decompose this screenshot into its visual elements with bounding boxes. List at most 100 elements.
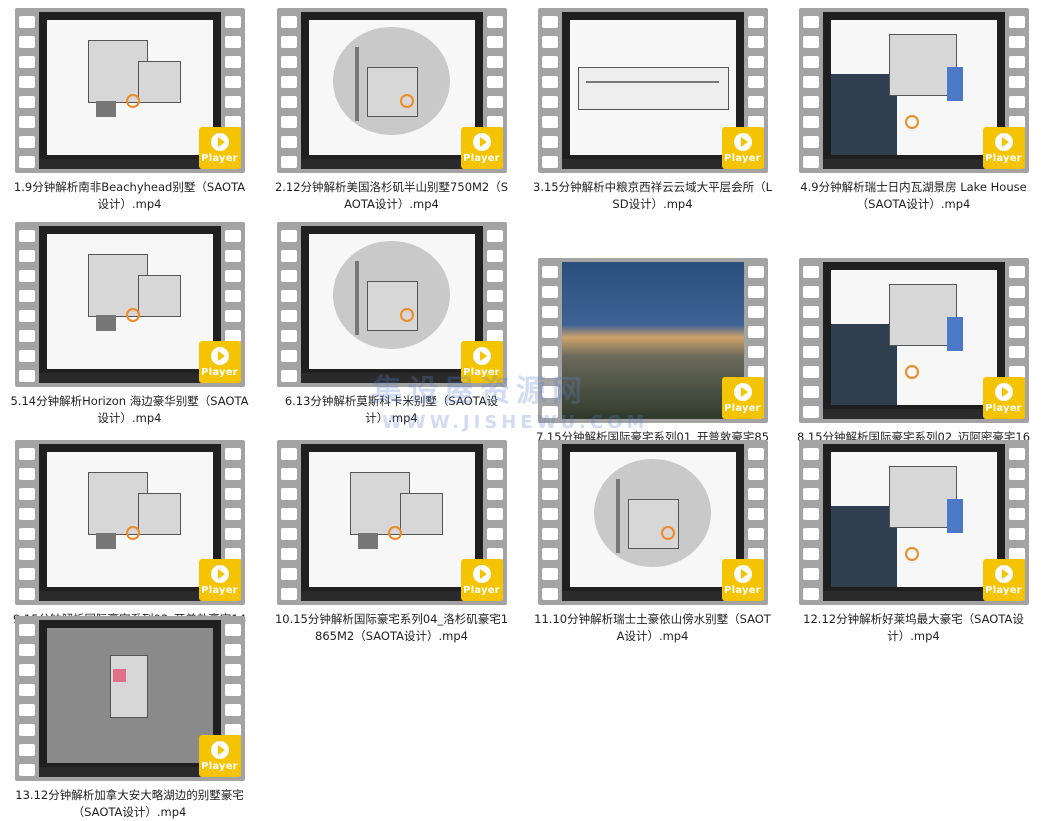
sprocket-hole xyxy=(224,644,241,656)
video-filename[interactable]: 10.15分钟解析国际豪宅系列04_洛杉矶豪宅1865M2（SAOTA设计）.m… xyxy=(270,611,513,645)
video-thumbnail[interactable]: Player xyxy=(276,222,507,387)
sprocket-hole xyxy=(802,346,819,358)
video-file-item[interactable]: Player 12.12分钟解析好莱坞最大豪宅（SAOTA设计）.mp4 xyxy=(792,440,1035,645)
player-label: Player xyxy=(463,152,500,164)
video-thumbnail[interactable]: Player xyxy=(276,440,507,605)
video-thumbnail-plan xyxy=(308,452,475,587)
sprocket-hole xyxy=(486,270,503,282)
video-file-item[interactable]: Player 5.14分钟解析Horizon 海边豪华别墅（SAOTA设计）.mp… xyxy=(8,222,251,427)
player-badge[interactable]: Player xyxy=(982,127,1025,169)
film-edge-left xyxy=(15,222,39,387)
player-badge[interactable]: Player xyxy=(982,559,1025,601)
player-badge[interactable]: Player xyxy=(198,735,241,777)
video-thumbnail[interactable]: Player xyxy=(14,616,245,781)
video-thumbnail[interactable]: Player xyxy=(537,8,768,173)
player-badge[interactable]: Player xyxy=(198,127,241,169)
video-file-item[interactable]: Player 10.15分钟解析国际豪宅系列04_洛杉矶豪宅1865M2（SAOT… xyxy=(270,440,513,645)
play-icon xyxy=(733,382,752,401)
video-filename[interactable]: 12.12分钟解析好莱坞最大豪宅（SAOTA设计）.mp4 xyxy=(792,611,1035,645)
video-frame xyxy=(38,620,221,777)
play-icon xyxy=(210,564,229,583)
video-file-item[interactable]: Player 2.12分钟解析美国洛杉矶半山别墅750M2（SAOTA设计）.mp… xyxy=(270,8,513,213)
video-frame xyxy=(822,12,1005,169)
video-thumbnail-toolbar xyxy=(38,767,221,777)
video-thumbnail[interactable]: Player xyxy=(276,8,507,173)
sprocket-hole xyxy=(18,724,35,736)
video-file-item[interactable]: Player 1.9分钟解析南非Beachyhead别墅（SAOTA设计）.mp4 xyxy=(8,8,251,213)
play-icon xyxy=(472,346,491,365)
video-thumbnail[interactable]: Player xyxy=(537,440,768,605)
video-file-item[interactable]: Player 3.15分钟解析中粮京西祥云云域大平层会所（LSD设计）.mp4 xyxy=(531,8,774,213)
video-filename[interactable]: 3.15分钟解析中粮京西祥云云域大平层会所（LSD设计）.mp4 xyxy=(531,179,774,213)
sprocket-hole xyxy=(18,136,35,148)
video-frame xyxy=(300,12,483,169)
sprocket-hole xyxy=(18,156,35,168)
video-thumbnail[interactable]: Player xyxy=(14,222,245,387)
sprocket-hole xyxy=(541,548,558,560)
player-label: Player xyxy=(201,760,238,772)
video-thumbnail-plan xyxy=(308,234,475,369)
sprocket-hole xyxy=(802,528,819,540)
player-badge[interactable]: Player xyxy=(982,377,1025,419)
video-filename[interactable]: 2.12分钟解析美国洛杉矶半山别墅750M2（SAOTA设计）.mp4 xyxy=(270,179,513,213)
sprocket-hole xyxy=(802,448,819,460)
play-icon xyxy=(210,132,229,151)
sprocket-hole xyxy=(747,266,764,278)
video-file-item[interactable]: Player 11.10分钟解析瑞士土豪依山傍水别墅（SAOTA设计）.mp4 xyxy=(531,440,774,645)
player-badge[interactable]: Player xyxy=(460,559,503,601)
video-filename[interactable]: 6.13分钟解析莫斯科卡米别墅（SAOTA设计）.mp4 xyxy=(270,393,513,427)
sprocket-hole xyxy=(747,76,764,88)
sprocket-hole xyxy=(541,76,558,88)
film-edge-left xyxy=(799,258,823,423)
film-edge-left xyxy=(15,440,39,605)
sprocket-hole xyxy=(802,508,819,520)
video-thumbnail-photo xyxy=(561,262,744,419)
player-badge[interactable]: Player xyxy=(460,341,503,383)
video-thumbnail[interactable]: Player xyxy=(537,258,768,423)
video-thumbnail[interactable]: Player xyxy=(798,258,1029,423)
sprocket-hole xyxy=(541,448,558,460)
sprocket-hole xyxy=(541,488,558,500)
player-badge[interactable]: Player xyxy=(721,559,764,601)
video-file-item[interactable]: Player 13.12分钟解析加拿大安大略湖边的别墅豪宅（SAOTA设计）.mp… xyxy=(8,616,251,821)
video-thumbnail-plan xyxy=(46,234,213,369)
sprocket-hole xyxy=(486,56,503,68)
video-filename[interactable]: 1.9分钟解析南非Beachyhead别墅（SAOTA设计）.mp4 xyxy=(8,179,251,213)
video-frame xyxy=(38,226,221,383)
video-thumbnail[interactable]: Player xyxy=(14,440,245,605)
play-icon xyxy=(472,564,491,583)
video-file-item[interactable]: Player8.15分钟解析国际豪宅系列02_迈阿密豪宅1670M2（SAOTA… xyxy=(792,258,1035,463)
sprocket-hole xyxy=(541,306,558,318)
video-filename[interactable]: 5.14分钟解析Horizon 海边豪华别墅（SAOTA设计）.mp4 xyxy=(8,393,251,427)
video-filename[interactable]: 11.10分钟解析瑞士土豪依山傍水别墅（SAOTA设计）.mp4 xyxy=(531,611,774,645)
sprocket-hole xyxy=(224,36,241,48)
sprocket-hole xyxy=(280,330,297,342)
video-filename[interactable]: 4.9分钟解析瑞士日内瓦湖景房 Lake House（SAOTA设计）.mp4 xyxy=(792,179,1035,213)
player-badge[interactable]: Player xyxy=(460,127,503,169)
video-thumbnail[interactable]: Player xyxy=(798,440,1029,605)
video-file-item[interactable]: Player 4.9分钟解析瑞士日内瓦湖景房 Lake House（SAOTA设计… xyxy=(792,8,1035,213)
player-badge[interactable]: Player xyxy=(198,341,241,383)
video-file-item[interactable]: Player9.15分钟解析国际豪宅系列03_开普敦豪宅1400M2（SAOTA… xyxy=(8,440,251,645)
video-thumbnail-toolbar xyxy=(300,373,483,383)
sprocket-hole xyxy=(18,568,35,580)
video-thumbnail[interactable]: Player xyxy=(14,8,245,173)
film-edge-left xyxy=(15,8,39,173)
sprocket-hole xyxy=(541,568,558,580)
player-label: Player xyxy=(724,152,761,164)
video-file-item[interactable]: Player 6.13分钟解析莫斯科卡米别墅（SAOTA设计）.mp4 xyxy=(270,222,513,427)
player-badge[interactable]: Player xyxy=(721,127,764,169)
sprocket-hole xyxy=(280,116,297,128)
sprocket-hole xyxy=(802,468,819,480)
sprocket-hole xyxy=(802,568,819,580)
player-badge[interactable]: Player xyxy=(198,559,241,601)
video-file-item[interactable]: Player7.15分钟解析国际豪宅系列01_开普敦豪宅850M2（SAOTA设… xyxy=(531,258,774,463)
video-thumbnail[interactable]: Player xyxy=(798,8,1029,173)
sprocket-hole xyxy=(1008,286,1025,298)
player-badge[interactable]: Player xyxy=(721,377,764,419)
video-thumbnail-plan xyxy=(830,20,997,155)
sprocket-hole xyxy=(541,16,558,28)
sprocket-hole xyxy=(18,548,35,560)
sprocket-hole xyxy=(280,370,297,382)
video-filename[interactable]: 13.12分钟解析加拿大安大略湖边的别墅豪宅（SAOTA设计）.mp4 xyxy=(8,787,251,821)
